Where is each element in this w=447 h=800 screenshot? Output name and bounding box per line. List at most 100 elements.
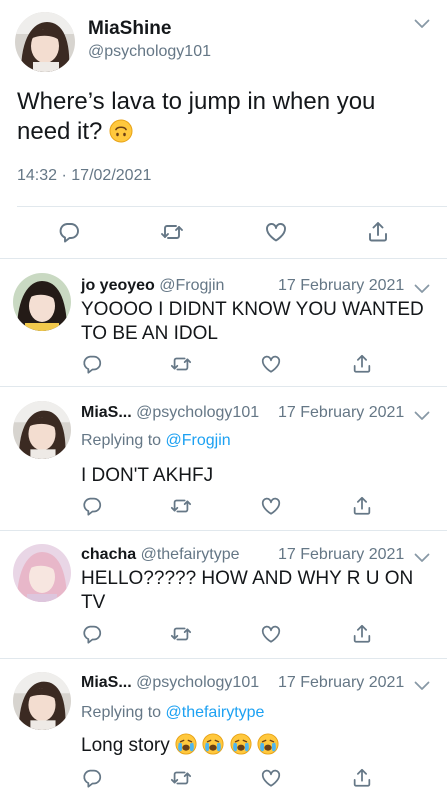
loudly-crying-face-icon — [175, 733, 197, 755]
reply-header: MiaS... @psychology101 — [81, 673, 259, 693]
time: 14:32 — [17, 167, 58, 184]
replying-to-link[interactable]: @thefairytype — [166, 704, 265, 721]
share-icon — [351, 767, 373, 789]
reply-icon — [81, 767, 103, 789]
reply-text-line-2: TV — [81, 592, 106, 613]
reply-button[interactable] — [81, 495, 103, 517]
like-button[interactable] — [260, 767, 282, 789]
timestamp[interactable]: 14:32 · 17/02/2021 — [17, 166, 151, 186]
heart-icon — [260, 623, 282, 645]
reply-icon — [81, 623, 103, 645]
reply-header: jo yeoyeo @Frogjin — [81, 276, 224, 296]
reply-date[interactable]: 17 February 2021 — [278, 276, 404, 296]
divider — [0, 530, 447, 531]
retweet-button[interactable] — [170, 495, 192, 517]
reply-header: chacha @thefairytype — [81, 545, 240, 565]
tweet-text: Where’s lava to jump in when you need it… — [17, 87, 417, 147]
avatar-miashine[interactable] — [15, 12, 75, 72]
separator-dot: · — [61, 167, 67, 184]
reply-date[interactable]: 17 February 2021 — [278, 673, 404, 693]
handle[interactable]: @psychology101 — [88, 42, 211, 62]
reply-text: I DON'T AKHFJ — [81, 465, 214, 486]
like-button[interactable] — [264, 220, 288, 244]
chevron-down-icon — [414, 284, 430, 294]
chevron-down-icon — [414, 553, 430, 563]
handle[interactable]: @thefairytype — [141, 546, 240, 563]
display-name[interactable]: MiaS... — [81, 674, 132, 691]
loudly-crying-face-icon — [230, 733, 252, 755]
share-button[interactable] — [351, 495, 373, 517]
like-button[interactable] — [260, 495, 282, 517]
replying-to: Replying to @Frogjin — [81, 431, 231, 451]
avatar-miashine[interactable] — [13, 672, 71, 730]
share-button[interactable] — [351, 767, 373, 789]
chevron-down-icon — [414, 681, 430, 691]
retweet-button[interactable] — [170, 623, 192, 645]
divider — [17, 206, 447, 207]
avatar-miashine[interactable] — [13, 401, 71, 459]
share-icon — [351, 623, 373, 645]
like-button[interactable] — [260, 623, 282, 645]
display-name[interactable]: chacha — [81, 546, 136, 563]
reply-button[interactable] — [81, 623, 103, 645]
more-button[interactable] — [414, 16, 430, 26]
avatar-chacha[interactable] — [13, 544, 71, 602]
heart-icon — [260, 495, 282, 517]
handle[interactable]: @psychology101 — [136, 404, 259, 421]
upside-down-face-icon — [109, 119, 133, 143]
more-button[interactable] — [414, 281, 430, 291]
display-name[interactable]: MiaS... — [81, 404, 132, 421]
share-icon — [351, 353, 373, 375]
reply-text-line-2: TO BE AN IDOL — [81, 323, 218, 344]
replying-to: Replying to @thefairytype — [81, 703, 264, 723]
reply-button[interactable] — [81, 353, 103, 375]
more-button[interactable] — [414, 550, 430, 560]
heart-icon — [264, 220, 288, 244]
retweet-icon — [170, 623, 192, 645]
divider — [0, 258, 447, 259]
handle[interactable]: @psychology101 — [136, 674, 259, 691]
chevron-down-icon — [414, 411, 430, 421]
reply-icon — [57, 220, 81, 244]
reply-date[interactable]: 17 February 2021 — [278, 545, 404, 565]
divider — [0, 386, 447, 387]
heart-icon — [260, 353, 282, 375]
chevron-down-icon — [414, 19, 430, 29]
reply-text-line-1: HELLO????? HOW AND WHY R U ON — [81, 568, 414, 589]
reply-date[interactable]: 17 February 2021 — [278, 403, 404, 423]
reply-button[interactable] — [57, 220, 81, 244]
retweet-button[interactable] — [170, 767, 192, 789]
tweet-text-body: Where’s lava to jump in when you need it… — [17, 88, 376, 145]
loudly-crying-face-icon — [202, 733, 224, 755]
reply-button[interactable] — [81, 767, 103, 789]
replying-to-link[interactable]: @Frogjin — [166, 432, 231, 449]
retweet-icon — [170, 495, 192, 517]
reply-icon — [81, 353, 103, 375]
reply-text-body: Long story — [81, 735, 170, 756]
share-button[interactable] — [351, 353, 373, 375]
display-name[interactable]: jo yeoyeo — [81, 277, 155, 294]
date: 17/02/2021 — [71, 167, 152, 184]
more-button[interactable] — [414, 678, 430, 688]
replying-to-label: Replying to — [81, 432, 162, 449]
loudly-crying-face-icon — [257, 733, 279, 755]
retweet-icon — [170, 767, 192, 789]
more-button[interactable] — [414, 408, 430, 418]
handle[interactable]: @Frogjin — [159, 277, 224, 294]
retweet-button[interactable] — [170, 353, 192, 375]
share-icon — [351, 495, 373, 517]
retweet-icon — [170, 353, 192, 375]
avatar-jo-yeoyeo[interactable] — [13, 273, 71, 331]
heart-icon — [260, 767, 282, 789]
reply-text: Long story — [81, 733, 279, 758]
retweet-button[interactable] — [160, 220, 184, 244]
share-button[interactable] — [351, 623, 373, 645]
like-button[interactable] — [260, 353, 282, 375]
retweet-icon — [160, 220, 184, 244]
replying-to-label: Replying to — [81, 704, 162, 721]
share-button[interactable] — [366, 220, 390, 244]
reply-icon — [81, 495, 103, 517]
reply-text-line-1: YOOOO I DIDNT KNOW YOU WANTED — [81, 299, 424, 320]
display-name[interactable]: MiaShine — [88, 18, 171, 40]
divider — [0, 658, 447, 659]
